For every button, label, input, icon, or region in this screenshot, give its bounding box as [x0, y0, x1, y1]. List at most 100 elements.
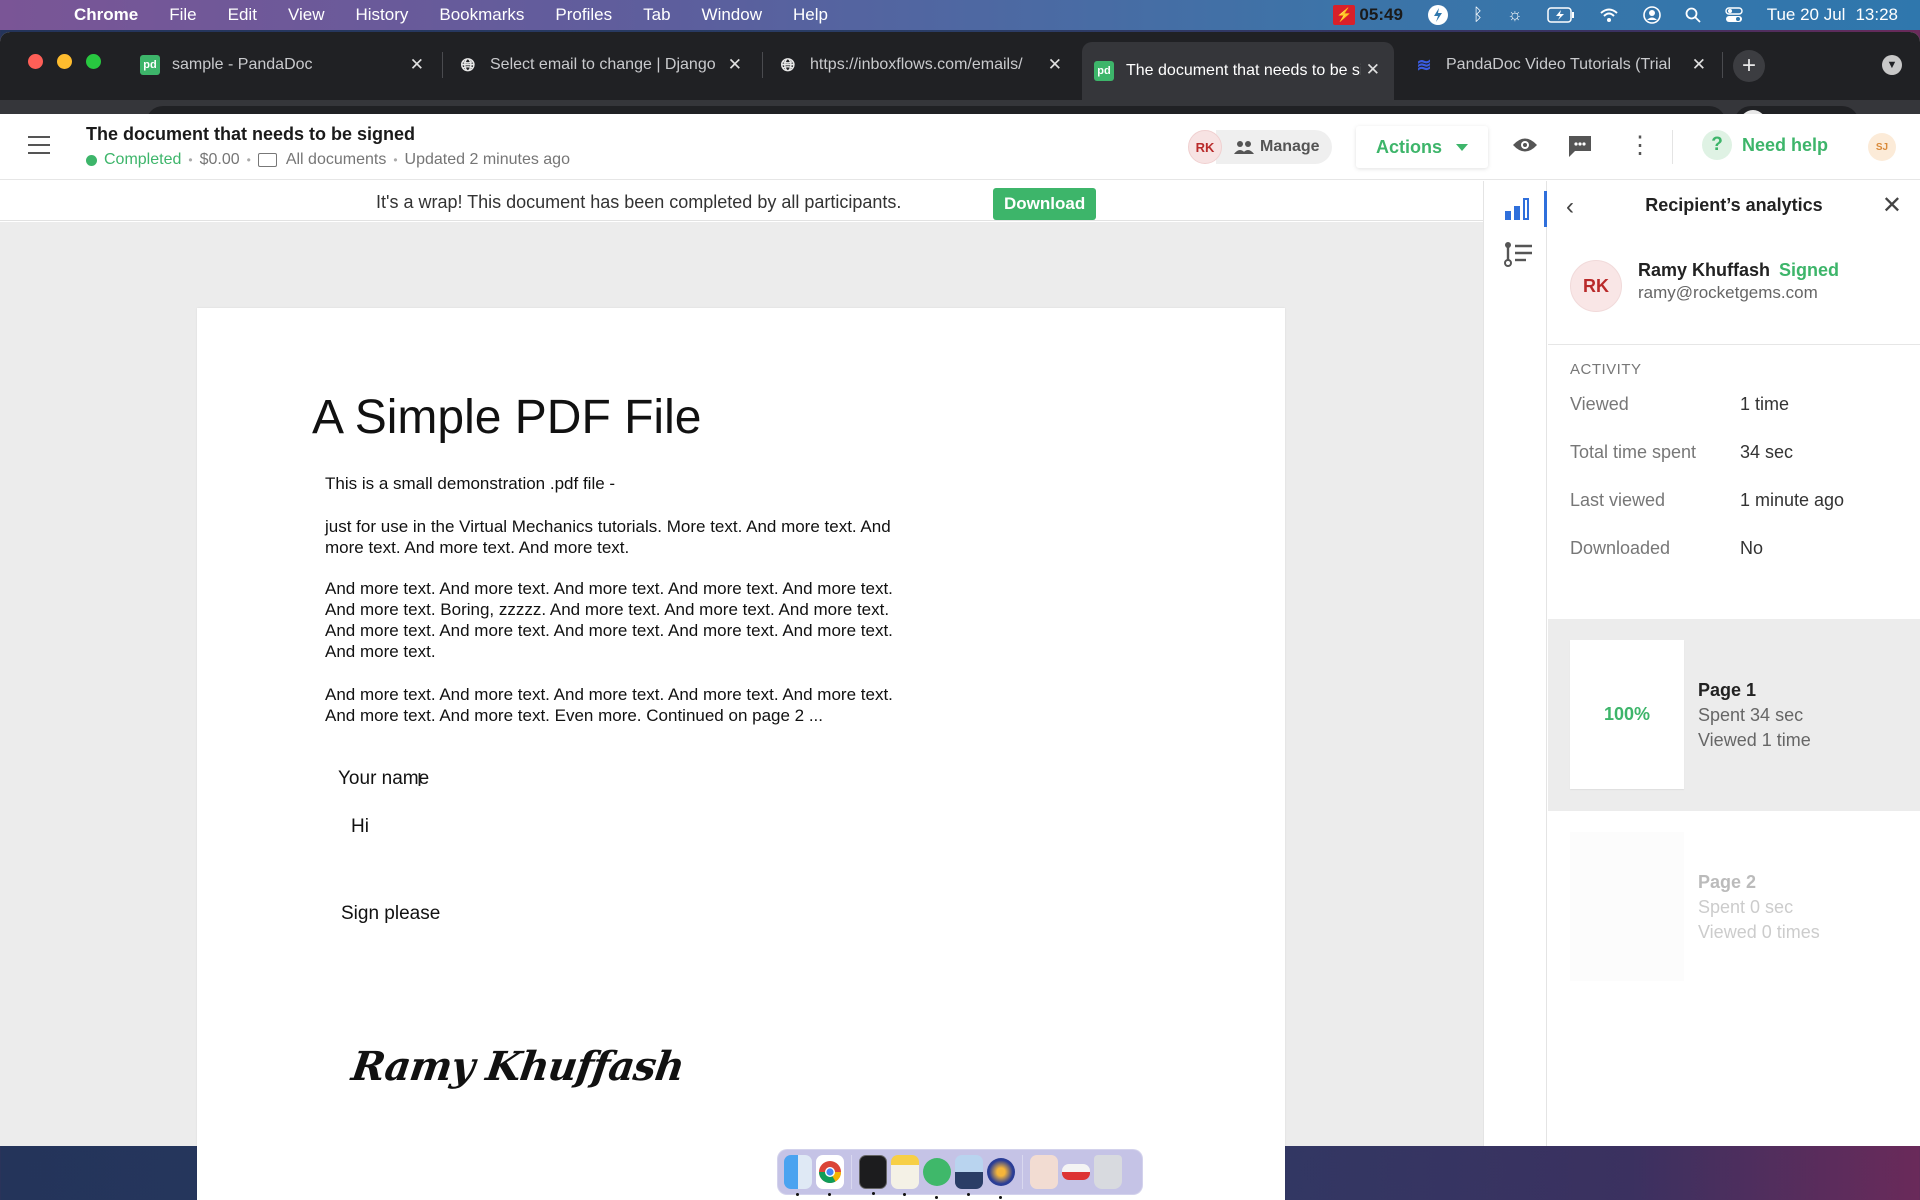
updated-time: Updated 2 minutes ago: [404, 151, 570, 168]
new-tab-button[interactable]: +: [1733, 50, 1765, 82]
bluetooth-off-icon[interactable]: ᛒ: [1473, 5, 1483, 25]
user-icon[interactable]: [1642, 6, 1661, 24]
app-icon[interactable]: [923, 1158, 951, 1199]
tab-search-button[interactable]: ▼: [1882, 55, 1902, 75]
tab-separator: [762, 52, 763, 78]
tab-django-admin[interactable]: 🌐︎ Select email to change | Django ✕: [446, 42, 756, 88]
menubar-time[interactable]: 13:28: [1855, 5, 1898, 25]
pandadoc-icon: pd: [1094, 61, 1114, 81]
menu-profiles[interactable]: Profiles: [555, 5, 612, 25]
completion-banner: It's a wrap! This document has been comp…: [0, 181, 1483, 221]
screenshot-icon[interactable]: [1062, 1164, 1090, 1180]
tab-title: https://inboxflows.com/emails/: [810, 56, 1023, 73]
zoom-window-button[interactable]: [86, 54, 101, 69]
tab-title: PandaDoc Video Tutorials (Trial: [1446, 56, 1671, 73]
recipient-avatar[interactable]: RK: [1188, 130, 1222, 164]
help-question-icon: ?: [1702, 130, 1732, 160]
trash-icon[interactable]: [1094, 1155, 1122, 1189]
close-tab-icon[interactable]: ✕: [410, 55, 424, 75]
menu-tab[interactable]: Tab: [643, 5, 670, 25]
menu-help[interactable]: Help: [793, 5, 828, 25]
dock-separator: [1022, 1155, 1023, 1189]
macos-dock: [777, 1149, 1143, 1199]
your-name-field[interactable]: Hi: [351, 816, 369, 838]
actions-dropdown[interactable]: Actions: [1356, 126, 1488, 168]
menu-app-name[interactable]: Chrome: [74, 5, 138, 25]
recording-indicator[interactable]: ⚡ 05:49: [1333, 5, 1403, 25]
activity-label: Downloaded: [1570, 538, 1671, 558]
activity-label: Last viewed: [1570, 490, 1666, 510]
folder-link[interactable]: All documents: [286, 151, 387, 169]
tab-inboxflows[interactable]: 🌐︎ https://inboxflows.com/emails/ ✕: [766, 42, 1076, 88]
menubar-date[interactable]: Tue 20 Jul: [1767, 5, 1846, 25]
menu-history[interactable]: History: [355, 5, 408, 25]
page-analytics-card[interactable]: Page 2 Spent 0 sec Viewed 0 times: [1548, 811, 1920, 1003]
tab-pandadoc-tutorials[interactable]: ≋ PandaDoc Video Tutorials (Trial ✕: [1402, 42, 1720, 88]
wifi-icon[interactable]: [1599, 7, 1619, 23]
sign-please-label: Sign please: [341, 903, 441, 924]
close-tab-icon[interactable]: ✕: [1366, 60, 1380, 80]
document-canvas[interactable]: A Simple PDF File This is a small demons…: [0, 222, 1483, 1200]
analytics-icon[interactable]: [1505, 198, 1529, 220]
activity-value: 34 sec: [1740, 442, 1794, 462]
page-info: Page 2 Spent 0 sec Viewed 0 times: [1698, 870, 1820, 945]
menu-view[interactable]: View: [288, 5, 325, 25]
hamburger-menu-icon[interactable]: [28, 136, 50, 160]
chrome-icon[interactable]: [816, 1155, 844, 1196]
status-dot-icon: [86, 154, 97, 166]
page-view-count: Viewed 0 times: [1698, 922, 1820, 942]
brightness-icon[interactable]: ☼: [1507, 5, 1523, 25]
header-divider: [1672, 130, 1673, 164]
tab-sample-pandadoc[interactable]: pd sample - PandaDoc ✕: [128, 42, 438, 88]
downloads-icon[interactable]: [1030, 1155, 1058, 1189]
page-thumbnail: [1570, 832, 1684, 981]
bolt-icon[interactable]: [1427, 4, 1449, 26]
activity-heading: ACTIVITY: [1570, 361, 1642, 378]
meta-separator: •: [188, 153, 193, 167]
search-icon[interactable]: [1685, 7, 1701, 23]
close-tab-icon[interactable]: ✕: [1048, 55, 1062, 75]
manage-recipients[interactable]: RK Manage: [1188, 130, 1332, 164]
close-window-button[interactable]: [28, 54, 43, 69]
recording-time: 05:49: [1359, 5, 1403, 24]
text-cursor-icon: I: [417, 770, 423, 790]
meta-separator: •: [246, 153, 251, 167]
folder-icon: [257, 153, 277, 167]
preview-eye-icon[interactable]: [1512, 134, 1538, 160]
more-options-icon[interactable]: ⋮: [1628, 131, 1652, 160]
content-list-icon[interactable]: [1504, 241, 1534, 273]
recipient-status: Signed: [1779, 260, 1840, 280]
close-tab-icon[interactable]: ✕: [728, 55, 742, 75]
preview-icon[interactable]: [955, 1155, 983, 1196]
banner-message: It's a wrap! This document has been comp…: [376, 192, 902, 212]
menu-file[interactable]: File: [169, 5, 196, 25]
user-avatar[interactable]: SJ: [1868, 133, 1896, 161]
chevron-down-icon: ▼: [1886, 59, 1898, 71]
manage-label: Manage: [1260, 138, 1320, 155]
active-rail-indicator: [1544, 191, 1547, 227]
page-analytics-card[interactable]: 100% Page 1 Spent 34 sec Viewed 1 time: [1548, 619, 1920, 811]
battery-charging-icon[interactable]: [1546, 7, 1575, 23]
download-button[interactable]: Download: [993, 188, 1097, 220]
manage-button[interactable]: Manage: [1216, 130, 1332, 164]
menu-edit[interactable]: Edit: [228, 5, 257, 25]
close-tab-icon[interactable]: ✕: [1692, 55, 1706, 75]
pandadoc-icon: pd: [140, 55, 160, 75]
tab-separator: [1722, 52, 1723, 78]
finder-icon[interactable]: [784, 1155, 812, 1196]
document-title[interactable]: The document that needs to be signed: [86, 124, 415, 145]
tab-current-document[interactable]: pd The document that needs to be signed …: [1082, 42, 1394, 100]
control-center-icon[interactable]: [1725, 6, 1743, 24]
need-help-button[interactable]: ? Need help: [1702, 130, 1828, 160]
signature-field[interactable]: Ramy Khuffash: [349, 1043, 687, 1090]
reeder-icon[interactable]: [987, 1158, 1015, 1199]
minimize-window-button[interactable]: [57, 54, 72, 69]
menu-window[interactable]: Window: [702, 5, 762, 25]
menu-bookmarks[interactable]: Bookmarks: [439, 5, 524, 25]
notes-icon[interactable]: [891, 1155, 919, 1196]
recipient-name: Ramy Khuffash: [1638, 260, 1771, 280]
tab-title: sample - PandaDoc: [172, 56, 313, 73]
close-panel-icon[interactable]: ✕: [1882, 191, 1902, 220]
terminal-icon[interactable]: [859, 1155, 887, 1195]
comments-icon[interactable]: [1567, 134, 1593, 164]
